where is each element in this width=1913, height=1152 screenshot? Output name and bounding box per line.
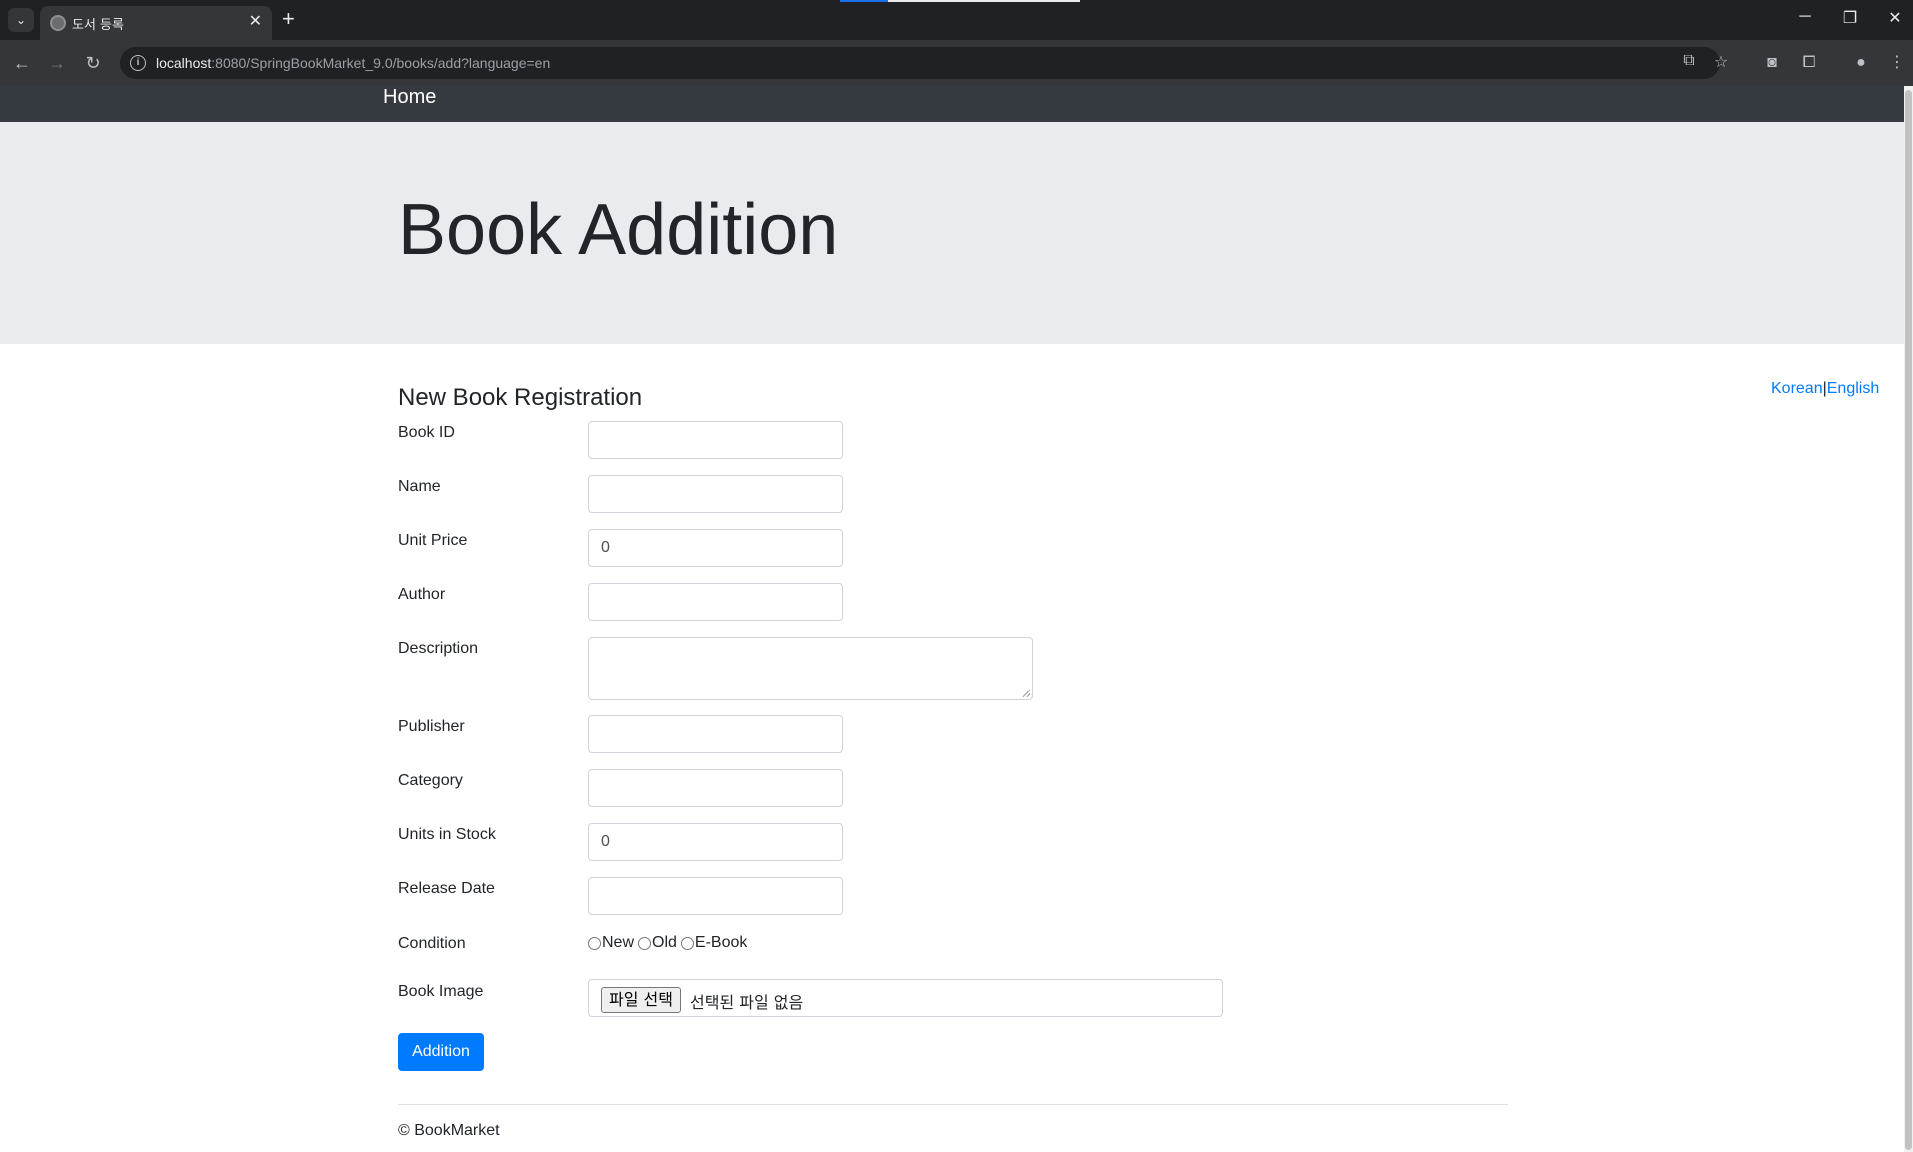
book-id-input[interactable] [588,421,843,459]
tab-search-chevron-icon[interactable]: ⌄ [8,8,34,32]
author-input[interactable] [588,583,843,621]
description-label: Description [398,640,479,657]
file-status-text: 선택된 파일 없음 [690,993,804,1012]
radio-ebook-label: E-Book [694,934,748,951]
condition-old-option[interactable]: Old [638,934,677,952]
radio-new-label: New [602,934,635,951]
tab-title: 도서 등록 [72,18,124,33]
page-viewport: Home Book Addition Korean|English New Bo… [0,86,1913,1152]
site-info-icon[interactable]: i [130,55,146,71]
browser-toolbar: ← → ↻ i localhost:8080/SpringBookMarket_… [0,40,1913,86]
home-link[interactable]: Home [383,86,436,108]
condition-label: Condition [398,935,466,952]
extensions-puzzle-icon[interactable]: ⧠ [1797,51,1821,75]
scrollbar-thumb[interactable] [1905,90,1912,1150]
forward-icon[interactable]: → [45,51,69,75]
reload-icon[interactable]: ↻ [81,51,105,75]
radio-ebook[interactable] [680,936,694,950]
jumbotron: Book Addition [0,122,1904,344]
menu-kebab-icon[interactable]: ⋮ [1885,51,1909,75]
release-date-label: Release Date [398,880,495,897]
page-title: Book Addition [398,190,839,270]
screenshot-camera-icon[interactable]: ◙ [1760,51,1784,75]
name-label: Name [398,478,441,495]
profile-avatar-icon[interactable]: ● [1849,51,1873,75]
browser-tab[interactable]: 도서 등록 ✕ [40,6,272,40]
units-in-stock-input[interactable]: 0 [588,823,843,861]
translate-icon[interactable]: ⧉ [1678,52,1700,70]
back-icon[interactable]: ← [10,51,34,75]
radio-old-label: Old [652,934,677,951]
footer-divider [398,1104,1508,1105]
publisher-input[interactable] [588,715,843,753]
language-switcher: Korean|English [1771,380,1879,398]
condition-radio-group: New Old E-Book [588,934,751,952]
bookmark-star-icon[interactable]: ☆ [1710,52,1732,72]
globe-icon [50,15,66,31]
form-legend: New Book Registration [398,384,643,411]
radio-new[interactable] [588,936,601,950]
release-date-input[interactable] [588,877,843,915]
unit-price-label: Unit Price [398,532,468,549]
radio-old[interactable] [638,936,652,950]
english-link[interactable]: English [1827,380,1879,397]
new-tab-icon[interactable]: + [282,7,295,31]
units-in-stock-label: Units in Stock [398,826,496,843]
description-textarea[interactable] [588,637,1033,700]
book-image-file-input[interactable]: 파일 선택 선택된 파일 없음 [588,979,1223,1017]
resize-grip-icon[interactable] [1022,689,1030,697]
minimize-icon[interactable]: ─ [1793,8,1817,26]
book-id-label: Book ID [398,424,455,441]
category-label: Category [398,772,463,789]
page-scrollbar[interactable] [1904,86,1913,1152]
addition-submit-button[interactable]: Addition [398,1033,484,1071]
name-input[interactable] [588,475,843,513]
restore-icon[interactable]: ❐ [1838,8,1862,28]
book-image-label: Book Image [398,983,484,1000]
address-bar[interactable]: i localhost:8080/SpringBookMarket_9.0/bo… [120,47,1728,79]
url-text[interactable]: localhost:8080/SpringBookMarket_9.0/book… [156,55,550,71]
condition-new-option[interactable]: New [588,934,634,952]
choose-file-button[interactable]: 파일 선택 [601,987,681,1013]
footer-copyright: © BookMarket [398,1122,500,1139]
publisher-label: Publisher [398,718,465,735]
browser-tab-bar: ⌄ 도서 등록 ✕ + ─ ❐ ✕ [0,0,1913,40]
tab-close-icon[interactable]: ✕ [249,12,262,32]
korean-link[interactable]: Korean [1771,380,1823,397]
author-label: Author [398,586,446,603]
tab-strip-accent [840,0,888,2]
navbar: Home [0,86,1904,122]
category-input[interactable] [588,769,843,807]
unit-price-input[interactable]: 0 [588,529,843,567]
tab-strip-highlight [888,0,1080,2]
condition-ebook-option[interactable]: E-Book [680,934,748,952]
close-window-icon[interactable]: ✕ [1883,8,1907,28]
